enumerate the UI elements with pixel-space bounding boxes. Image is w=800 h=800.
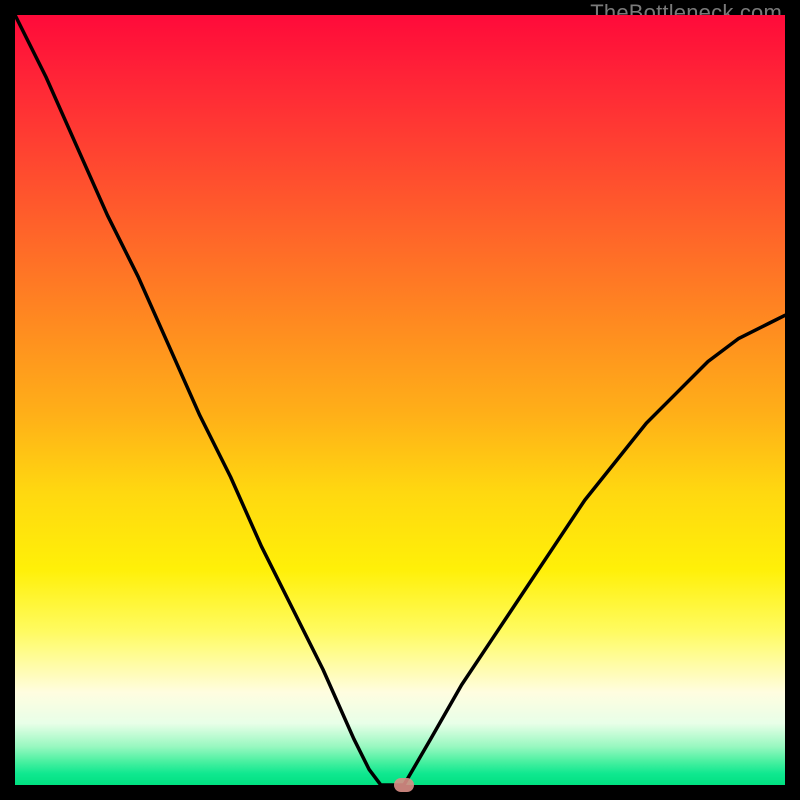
optimum-marker	[394, 778, 414, 792]
chart-frame	[15, 15, 785, 785]
chart-background-gradient	[15, 15, 785, 785]
